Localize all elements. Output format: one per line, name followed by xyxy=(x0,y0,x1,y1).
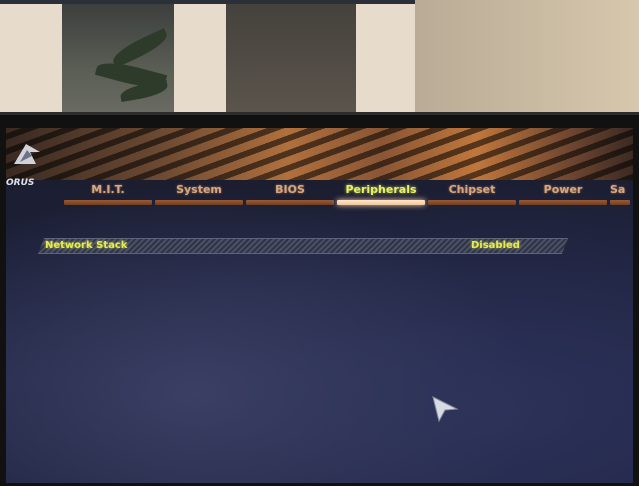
wall xyxy=(415,0,639,120)
tab-underline xyxy=(610,200,630,205)
tab-underline xyxy=(337,200,425,205)
tab-system[interactable]: System xyxy=(155,182,243,208)
setting-label: Network Stack xyxy=(45,240,128,251)
tab-label: Sa xyxy=(610,183,626,196)
window-frame xyxy=(356,4,416,114)
tab-label: Power xyxy=(543,183,583,196)
tab-mit[interactable]: M.I.T. xyxy=(64,182,152,208)
tab-power[interactable]: Power xyxy=(519,182,607,208)
bios-header-banner xyxy=(6,128,633,180)
bios-tab-bar: M.I.T. System BIOS Peripherals Chipset P… xyxy=(64,182,630,208)
tab-peripherals[interactable]: Peripherals xyxy=(337,182,425,208)
aorus-eagle-icon xyxy=(14,144,40,164)
tab-underline xyxy=(155,200,243,205)
tab-underline xyxy=(428,200,516,205)
brand-logo-text: ORUS xyxy=(6,178,35,188)
tab-label: BIOS xyxy=(275,183,305,196)
window-frame xyxy=(0,4,62,114)
tab-bios[interactable]: BIOS xyxy=(246,182,334,208)
tab-underline xyxy=(246,200,334,205)
tab-chipset[interactable]: Chipset xyxy=(428,182,516,208)
window-frame xyxy=(174,4,226,114)
mouse-cursor-icon xyxy=(432,396,459,423)
tab-label: Peripherals xyxy=(345,183,417,196)
tab-label: Chipset xyxy=(448,183,496,196)
tab-label: M.I.T. xyxy=(91,183,125,196)
tab-save-exit[interactable]: Sa xyxy=(610,182,630,208)
background-room xyxy=(0,0,639,120)
tab-underline xyxy=(64,200,152,205)
tab-label: System xyxy=(176,183,222,196)
tab-underline xyxy=(519,200,607,205)
window-glass xyxy=(226,4,356,114)
setting-value[interactable]: Disabled xyxy=(471,239,520,253)
bios-screen: ORUS M.I.T. System BIOS Peripherals Chip… xyxy=(6,128,633,483)
setting-network-stack[interactable]: Network Stack Disabled xyxy=(38,238,568,254)
